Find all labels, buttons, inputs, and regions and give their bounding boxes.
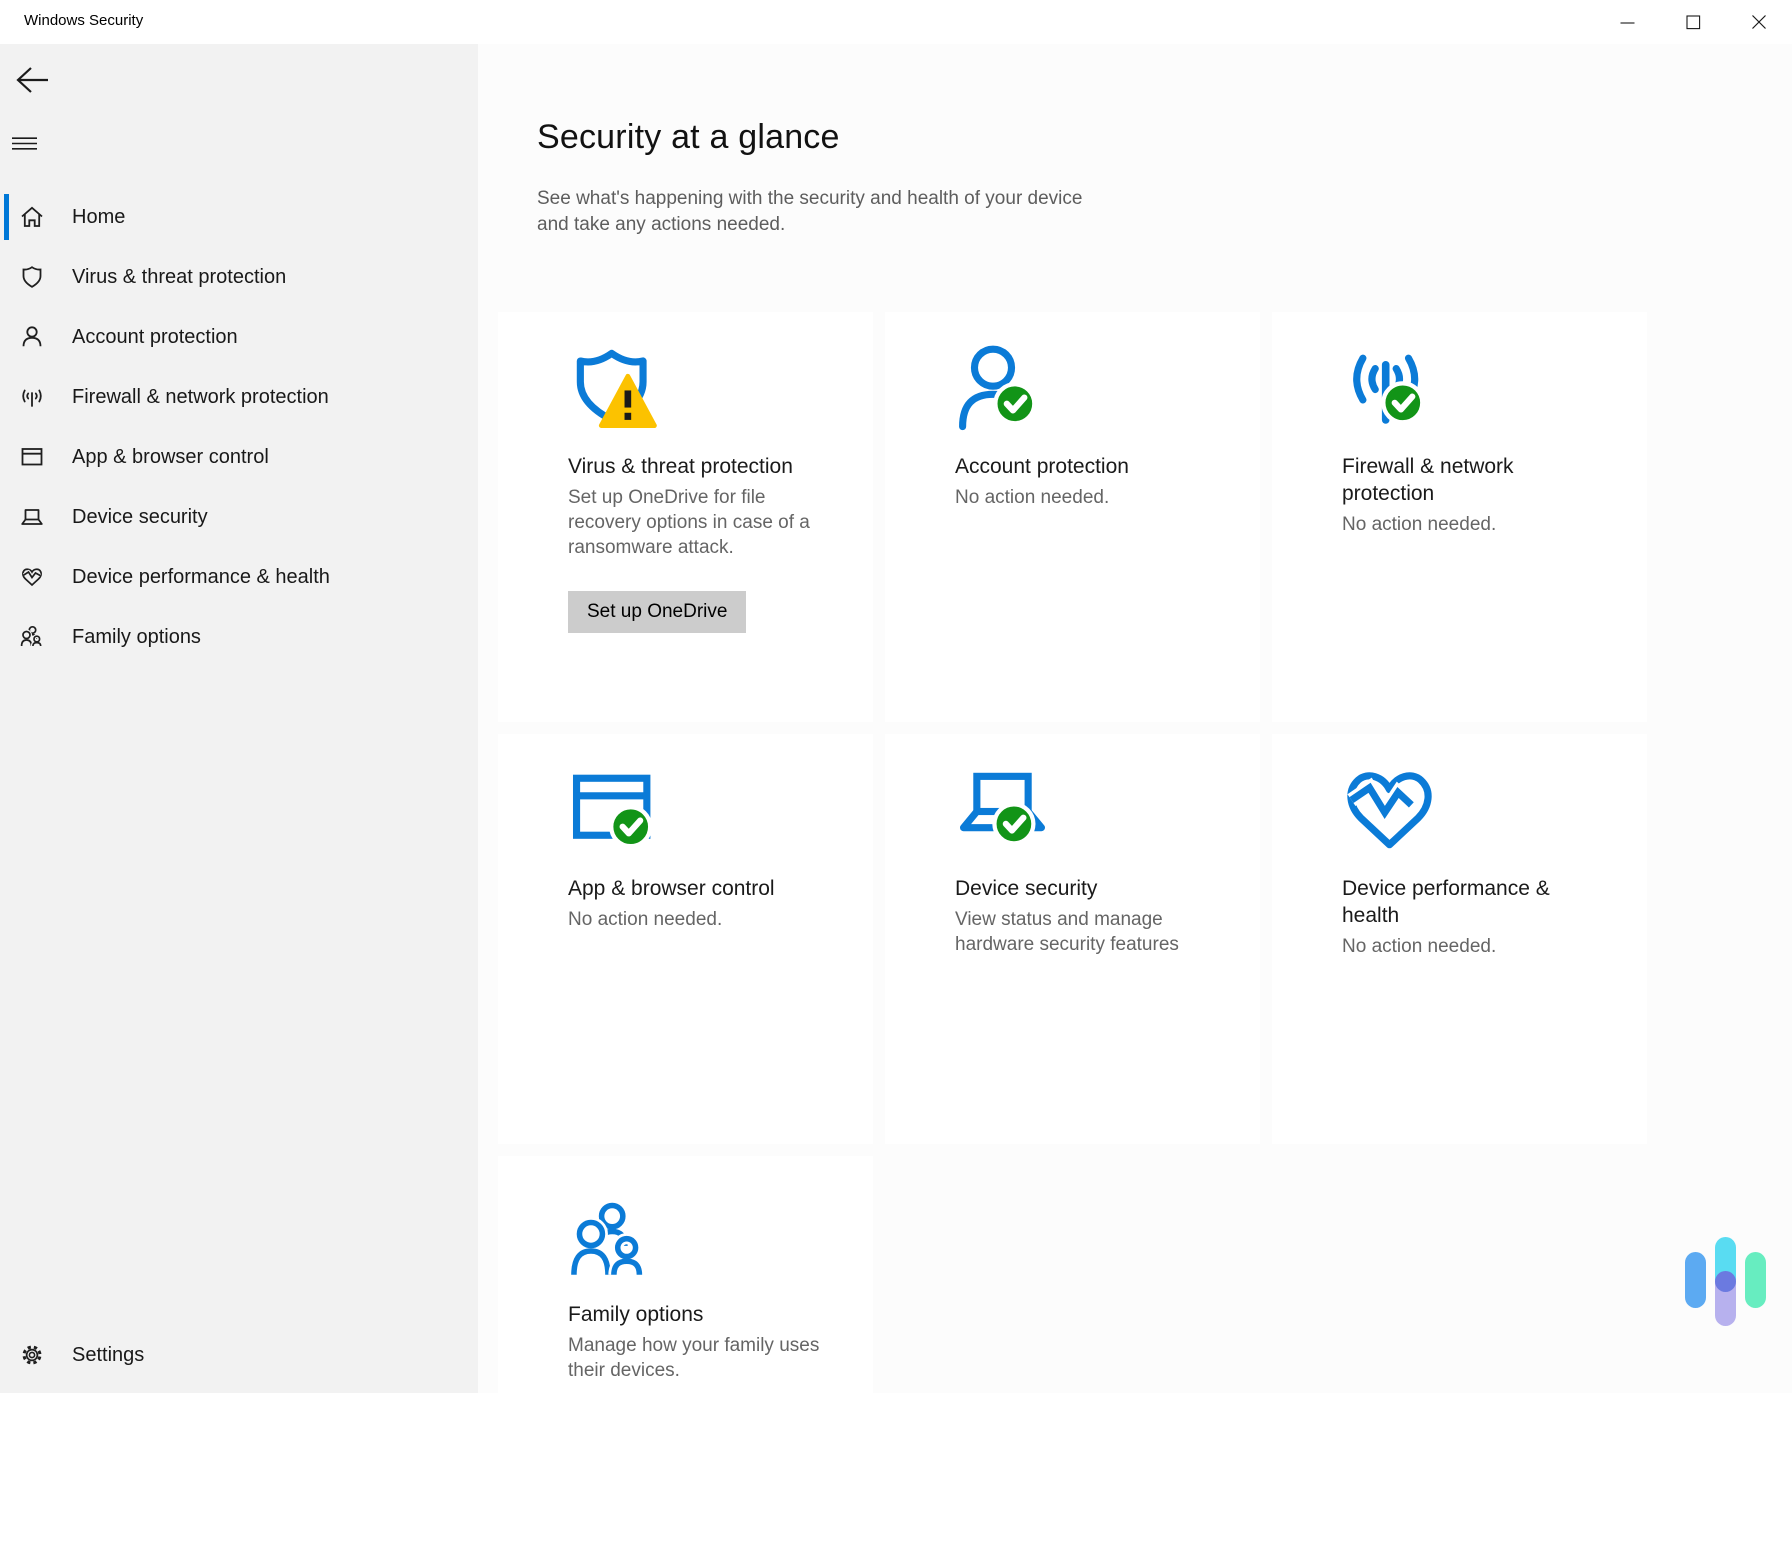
tile-device-performance-health[interactable]: Device performance & health No action ne… xyxy=(1272,734,1647,1144)
person-check-icon xyxy=(955,342,1050,437)
tile-description: No action needed. xyxy=(1342,512,1604,537)
network-icon xyxy=(19,384,45,410)
hamburger-icon xyxy=(12,137,37,150)
tile-description: No action needed. xyxy=(1342,934,1604,959)
sidebar-item-label: Virus & threat protection xyxy=(72,266,286,289)
back-arrow-icon xyxy=(13,63,51,97)
sidebar: Home Virus & threat protection Firewall … xyxy=(0,44,478,1393)
tile-description: View status and manage hardware security… xyxy=(955,907,1217,957)
tile-title: Family options xyxy=(568,1301,820,1328)
tile-description: Manage how your family uses their device… xyxy=(568,1333,830,1383)
menu-button[interactable] xyxy=(12,130,52,156)
sidebar-item-label: Account protection xyxy=(72,326,238,349)
settings-label: Settings xyxy=(72,1344,144,1367)
watermark-bar-right xyxy=(1745,1252,1766,1308)
tile-app-browser-control[interactable]: App & browser control No action needed. xyxy=(498,734,873,1144)
shield-warning-icon xyxy=(568,342,663,437)
minimize-button[interactable] xyxy=(1594,0,1660,44)
maximize-button[interactable] xyxy=(1660,0,1726,44)
tile-title: Device performance & health xyxy=(1342,875,1594,929)
sidebar-item-device-performance-health[interactable]: Device performance & health xyxy=(0,547,478,607)
tile-title: Firewall & network protection xyxy=(1342,453,1594,507)
set-up-onedrive-button[interactable]: Set up OneDrive xyxy=(568,591,746,633)
watermark-logo xyxy=(1675,1230,1785,1340)
sidebar-item-label: Home xyxy=(72,206,125,229)
browser-icon xyxy=(19,444,45,470)
tile-title: Device security xyxy=(955,875,1207,902)
page-title: Security at a glance xyxy=(537,118,840,157)
tiles-grid: Virus & threat protection Set up OneDriv… xyxy=(498,312,1647,1566)
main-content: Security at a glance See what's happenin… xyxy=(478,44,1792,1393)
sidebar-item-label: Firewall & network protection xyxy=(72,386,329,409)
health-check-icon xyxy=(1342,764,1437,859)
sidebar-item-label: Device performance & health xyxy=(72,566,330,589)
family-options-icon xyxy=(568,1200,653,1285)
sidebar-item-family-options[interactable]: Family options xyxy=(0,607,478,667)
tile-family-options[interactable]: Family options Manage how your family us… xyxy=(498,1156,873,1566)
browser-check-icon xyxy=(568,764,663,859)
network-check-icon xyxy=(1342,342,1437,437)
family-icon xyxy=(19,624,45,650)
gear-icon xyxy=(19,1342,45,1368)
sidebar-item-device-security[interactable]: Device security xyxy=(0,487,478,547)
tile-account-protection[interactable]: Account protection No action needed. xyxy=(885,312,1260,722)
sidebar-item-firewall-network-protection[interactable]: Firewall & network protection xyxy=(0,367,478,427)
tile-description: No action needed. xyxy=(955,485,1217,510)
tile-title: Virus & threat protection xyxy=(568,453,820,480)
sidebar-item-virus-threat-protection[interactable]: Virus & threat protection xyxy=(0,247,478,307)
laptop-icon xyxy=(19,504,45,530)
tile-virus-threat-protection[interactable]: Virus & threat protection Set up OneDriv… xyxy=(498,312,873,722)
sidebar-item-app-browser-control[interactable]: App & browser control xyxy=(0,427,478,487)
minimize-icon xyxy=(1620,15,1635,30)
tile-firewall-network-protection[interactable]: Firewall & network protection No action … xyxy=(1272,312,1647,722)
sidebar-item-settings[interactable]: Settings xyxy=(0,1325,478,1385)
tile-device-security[interactable]: Device security View status and manage h… xyxy=(885,734,1260,1144)
tile-title: Account protection xyxy=(955,453,1207,480)
maximize-icon xyxy=(1686,15,1701,30)
sidebar-nav: Home Virus & threat protection Firewall … xyxy=(0,187,478,667)
back-button[interactable] xyxy=(10,60,54,100)
shield-icon xyxy=(19,264,45,290)
sidebar-item-label: App & browser control xyxy=(72,446,269,469)
sidebar-item-label: Device security xyxy=(72,506,208,529)
page-subtitle: See what's happening with the security a… xyxy=(537,186,1092,238)
window-title: Windows Security xyxy=(24,12,143,29)
close-button[interactable] xyxy=(1726,0,1792,44)
titlebar: Windows Security xyxy=(0,0,1792,44)
watermark-bar-left xyxy=(1685,1252,1706,1308)
close-icon xyxy=(1751,14,1767,30)
sidebar-item-account-protection[interactable]: Firewall & network protection Account pr… xyxy=(0,307,478,367)
watermark-circle xyxy=(1715,1271,1736,1292)
tile-description: Set up OneDrive for file recovery option… xyxy=(568,485,830,560)
sidebar-item-home[interactable]: Home xyxy=(0,187,478,247)
caption-buttons xyxy=(1594,0,1792,44)
home-icon xyxy=(19,204,45,230)
windows-security-window: { "titlebar": { "title": "Windows Securi… xyxy=(0,0,1792,1393)
laptop-check-icon xyxy=(955,764,1050,859)
tile-title: App & browser control xyxy=(568,875,820,902)
health-icon xyxy=(19,564,45,590)
person-icon xyxy=(19,324,45,350)
sidebar-item-label: Family options xyxy=(72,626,201,649)
tile-description: No action needed. xyxy=(568,907,830,932)
